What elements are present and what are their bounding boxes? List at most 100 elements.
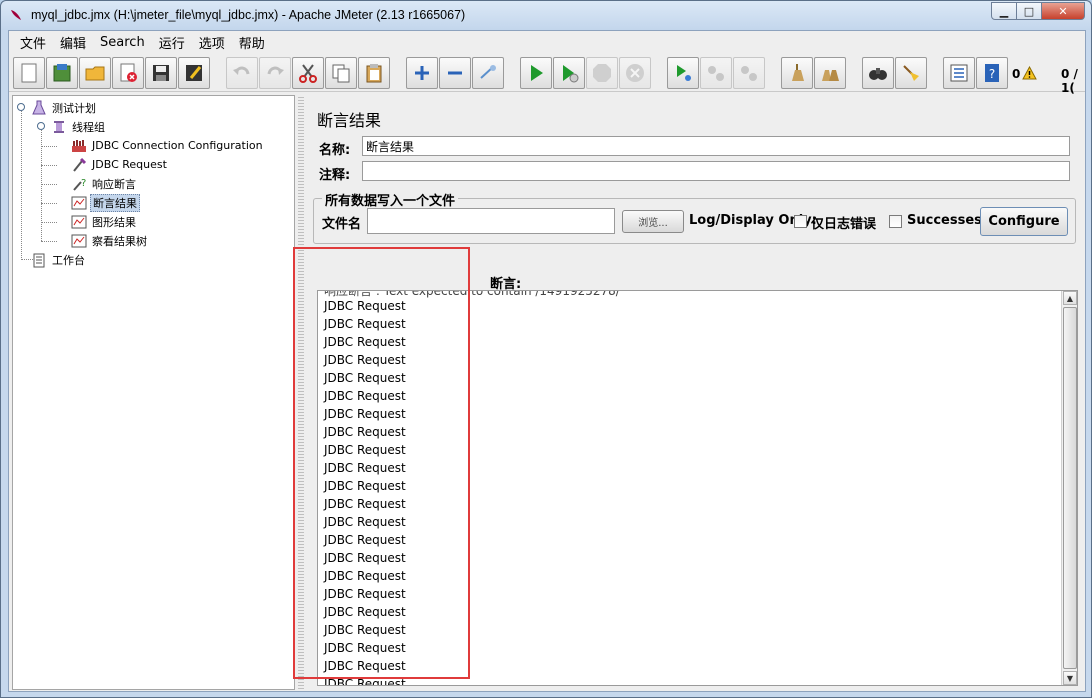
write-all-to-file-group: 所有数据写入一个文件 文件名 浏览... Log/Display Only: 仅… [313,190,1076,244]
save-as-button[interactable] [178,57,210,89]
successes-checkbox[interactable] [889,215,902,228]
tree-node-jdbc-config[interactable]: JDBC Connection Configuration [71,137,265,154]
errors-only-checkbox[interactable] [794,215,807,228]
test-plan-flask-icon [32,100,46,114]
tree-node-response-assertion[interactable]: ? 响应断言 [71,175,138,192]
menu-search[interactable]: Search [93,35,152,50]
test-plan-tree[interactable]: 测试计划 线程组 JDBC Connection Configuration J… [12,95,295,690]
filename-label: 文件名 [322,217,362,232]
assertion-icon: ? [73,178,86,191]
paste-button[interactable] [358,57,390,89]
scroll-thumb[interactable] [1063,307,1077,669]
group-legend: 所有数据写入一个文件 [322,190,459,209]
open-button[interactable] [79,57,111,89]
help-icon: ? [985,64,999,82]
error-count: 0 [1012,67,1021,81]
toggle-button[interactable] [472,57,504,89]
save-button[interactable] [145,57,177,89]
reset-search-icon [903,65,919,81]
title-bar[interactable]: myql_jdbc.jmx (H:\jmeter_file\myql_jdbc.… [1,1,1091,30]
new-icon [21,63,37,83]
close-icon [120,63,137,82]
thread-group-toggle[interactable] [37,122,45,130]
successes-label: Successes [907,213,982,228]
comment-input[interactable] [362,161,1070,181]
expand-all-button[interactable] [406,57,438,89]
help-button[interactable]: ? [976,57,1008,89]
tree-node-jdbc-request[interactable]: JDBC Request [71,156,169,173]
function-helper-button[interactable] [943,57,975,89]
tree-node-assertion-results[interactable]: 断言结果 [71,193,140,212]
jmeter-feather-icon [11,10,21,20]
window-title: myql_jdbc.jmx (H:\jmeter_file\myql_jdbc.… [31,8,466,22]
browse-button[interactable]: 浏览... [622,210,684,233]
save-icon [153,65,169,81]
listener-chart-icon [71,215,87,228]
start-button[interactable] [520,57,552,89]
name-input[interactable] [362,136,1070,156]
remote-start-icon [677,65,691,81]
config-element-icon [72,139,86,152]
menu-edit[interactable]: 编辑 [53,33,93,52]
menu-bar: 文件 编辑 Search 运行 选项 帮助 [9,31,1085,53]
templates-button[interactable] [46,57,78,89]
tree-node-graph-results[interactable]: 图形结果 [71,213,138,230]
function-helper-icon [950,64,968,82]
cut-button[interactable] [292,57,324,89]
stop-button[interactable] [586,57,618,89]
search-button[interactable] [862,57,894,89]
vertical-scrollbar[interactable]: ▲ ▼ [1061,291,1077,685]
panel-title: 断言结果 [317,111,382,130]
copy-button[interactable] [325,57,357,89]
minimize-button[interactable]: ▁ [991,2,1017,20]
menu-file[interactable]: 文件 [13,33,53,52]
tree-node-thread-group[interactable]: 线程组 [51,118,107,135]
shutdown-icon [626,64,644,82]
menu-run[interactable]: 运行 [152,33,192,52]
maximize-button[interactable]: □ [1016,2,1042,20]
close-file-button[interactable] [112,57,144,89]
scroll-down-arrow[interactable]: ▼ [1063,671,1077,685]
menu-help[interactable]: 帮助 [232,33,272,52]
remote-start-all-button[interactable] [667,57,699,89]
tree-node-view-results-tree[interactable]: 察看结果树 [71,232,149,249]
configure-button[interactable]: Configure [980,207,1068,236]
toggle-icon [480,65,496,79]
expand-icon [415,66,429,80]
tree-node-workbench[interactable]: 工作台 [31,251,87,268]
redo-button[interactable] [259,57,291,89]
scroll-up-arrow[interactable]: ▲ [1063,291,1077,305]
close-window-button[interactable]: ✕ [1041,2,1085,20]
menu-options[interactable]: 选项 [192,33,232,52]
remote-shutdown-icon [741,66,757,81]
client-area: 文件 编辑 Search 运行 选项 帮助 ? 0 0 / 1(测试计划 线程… [8,30,1086,692]
collapse-all-button[interactable] [439,57,471,89]
save-as-icon [186,65,202,81]
start-no-pause-icon [563,65,579,83]
clear-all-button[interactable] [814,57,846,89]
workbench-clipboard-icon [33,253,45,267]
remote-stop-all-button[interactable] [700,57,732,89]
test-plan-toggle[interactable] [17,103,25,111]
redo-icon [267,66,284,75]
tree-node-test-plan[interactable]: 测试计划 [31,99,98,116]
clear-all-icon [822,70,839,81]
shutdown-button[interactable] [619,57,651,89]
svg-text:?: ? [989,67,995,81]
paste-icon [366,64,382,83]
new-button[interactable] [13,57,45,89]
app-window: myql_jdbc.jmx (H:\jmeter_file\myql_jdbc.… [0,0,1092,698]
undo-button[interactable] [226,57,258,89]
warning-icon[interactable] [1022,66,1037,80]
reset-search-button[interactable] [895,57,927,89]
window-controls: ▁ □ ✕ [991,2,1085,20]
open-icon [85,66,105,81]
name-label: 名称: [319,143,351,158]
sampler-pipette-icon [73,157,87,172]
remote-shutdown-all-button[interactable] [733,57,765,89]
comment-label: 注释: [319,168,351,183]
clear-button[interactable] [781,57,813,89]
filename-input[interactable] [367,208,615,234]
start-no-pauses-button[interactable] [553,57,585,89]
search-icon [869,68,887,80]
